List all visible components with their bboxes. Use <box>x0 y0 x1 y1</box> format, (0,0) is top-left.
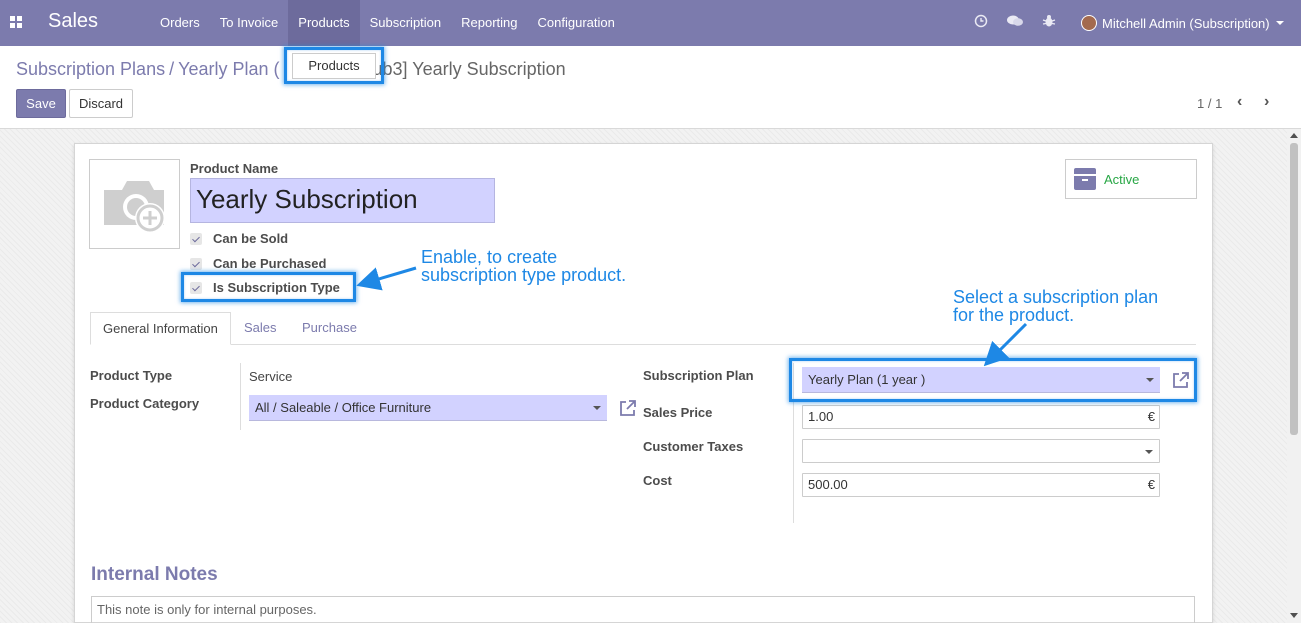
menu-reporting[interactable]: Reporting <box>451 0 527 46</box>
tab-general-information[interactable]: General Information <box>90 312 231 345</box>
can-be-purchased-row[interactable]: Can be Purchased <box>190 256 326 271</box>
product-name-input[interactable]: Yearly Subscription <box>190 178 495 223</box>
can-be-sold-checkbox[interactable] <box>190 232 202 245</box>
cost-label: Cost <box>643 473 672 488</box>
breadcrumb-yearly-plan[interactable]: Yearly Plan ( <box>178 59 279 79</box>
callout-line: Enable, to create <box>421 247 558 267</box>
chevron-left-icon[interactable]: ‹ <box>1237 94 1249 111</box>
can-be-purchased-checkbox[interactable] <box>190 257 202 270</box>
divider <box>240 363 241 430</box>
clock-icon[interactable] <box>973 14 989 30</box>
breadcrumb-current: ub3] Yearly Subscription <box>372 59 566 79</box>
callout-subscription-plan: Select a subscription plan for the produ… <box>953 288 1158 324</box>
callout-line: for the product. <box>953 305 1075 325</box>
scroll-down-icon[interactable] <box>1290 613 1298 618</box>
can-be-purchased-label: Can be Purchased <box>213 256 327 271</box>
bug-icon[interactable] <box>1041 14 1057 30</box>
product-category-value: All / Saleable / Office Furniture <box>255 400 432 415</box>
product-name-label: Product Name <box>190 161 279 176</box>
discard-button[interactable]: Discard <box>69 89 133 118</box>
highlight-subscription-checkbox <box>181 272 356 302</box>
control-panel: Subscription Plans / Yearly Plan ( ub3] Yea… <box>0 46 1301 129</box>
internal-notes-title: Internal Notes <box>91 564 218 585</box>
chevron-down-icon <box>1275 21 1284 25</box>
menu-subscription[interactable]: Subscription <box>360 0 452 46</box>
highlight-subscription-plan <box>789 358 1197 402</box>
scroll-thumb[interactable] <box>1290 143 1298 435</box>
product-type-value[interactable]: Service <box>249 369 292 384</box>
pager-value[interactable]: 1 / 1 <box>1197 96 1222 111</box>
active-toggle-button[interactable]: Active <box>1065 159 1197 199</box>
currency-symbol: € <box>1147 477 1155 492</box>
currency-symbol: € <box>1147 409 1155 424</box>
chevron-right-icon[interactable]: › <box>1264 94 1276 111</box>
breadcrumb-subscription-plans[interactable]: Subscription Plans <box>16 59 165 79</box>
tab-sales[interactable]: Sales <box>232 312 289 345</box>
callout-line: subscription type product. <box>421 265 627 285</box>
apps-menu-icon[interactable] <box>10 16 22 28</box>
save-button[interactable]: Save <box>16 89 66 118</box>
external-link-icon[interactable] <box>618 398 638 418</box>
camera-icon <box>104 181 165 233</box>
product-category-select[interactable]: All / Saleable / Office Furniture <box>249 395 607 421</box>
sales-price-label: Sales Price <box>643 405 713 420</box>
user-menu[interactable]: Mitchell Admin (Subscription) <box>1081 12 1284 34</box>
product-type-label: Product Type <box>90 368 173 383</box>
user-name: Mitchell Admin (Subscription) <box>1102 15 1270 31</box>
breadcrumb-separator: / <box>169 59 175 79</box>
customer-taxes-input[interactable] <box>802 439 1160 463</box>
sales-price-input[interactable]: 1.00 € <box>802 405 1160 429</box>
internal-notes-field[interactable]: This note is only for internal purposes. <box>91 596 1195 623</box>
chevron-down-icon <box>1145 450 1153 454</box>
menu-to-invoice[interactable]: To Invoice <box>210 0 289 46</box>
avatar <box>1081 15 1097 31</box>
subscription-plan-label: Subscription Plan <box>643 368 754 383</box>
app-brand[interactable]: Sales <box>48 10 98 33</box>
callout-subscription-type: Enable, to create subscription type prod… <box>421 248 626 284</box>
highlight-products-menu <box>284 47 384 84</box>
menu-orders[interactable]: Orders <box>150 0 210 46</box>
scroll-up-icon[interactable] <box>1290 133 1298 138</box>
menu-products[interactable]: Products <box>288 0 360 46</box>
active-label: Active <box>1104 171 1140 187</box>
chevron-down-icon <box>593 406 601 410</box>
cost-input[interactable]: 500.00 € <box>802 473 1160 497</box>
internal-notes-placeholder: This note is only for internal purposes. <box>97 602 317 617</box>
scrollbar[interactable] <box>1287 129 1301 623</box>
archive-icon <box>1074 168 1096 190</box>
tab-purchase[interactable]: Purchase <box>290 312 369 345</box>
product-image[interactable] <box>89 159 180 249</box>
sales-price-value: 1.00 <box>808 409 834 424</box>
menu-configuration[interactable]: Configuration <box>528 0 625 46</box>
can-be-sold-row[interactable]: Can be Sold <box>190 231 288 246</box>
can-be-sold-label: Can be Sold <box>213 231 289 246</box>
top-navbar: Sales Orders To Invoice Products Subscri… <box>0 0 1301 46</box>
callout-line: Select a subscription plan <box>953 287 1159 307</box>
cost-value: 500.00 <box>808 477 848 492</box>
customer-taxes-label: Customer Taxes <box>643 439 744 454</box>
main-menu: Orders To Invoice Products Subscription … <box>150 0 625 46</box>
product-category-label: Product Category <box>90 396 200 411</box>
chat-icon[interactable] <box>1006 14 1023 30</box>
